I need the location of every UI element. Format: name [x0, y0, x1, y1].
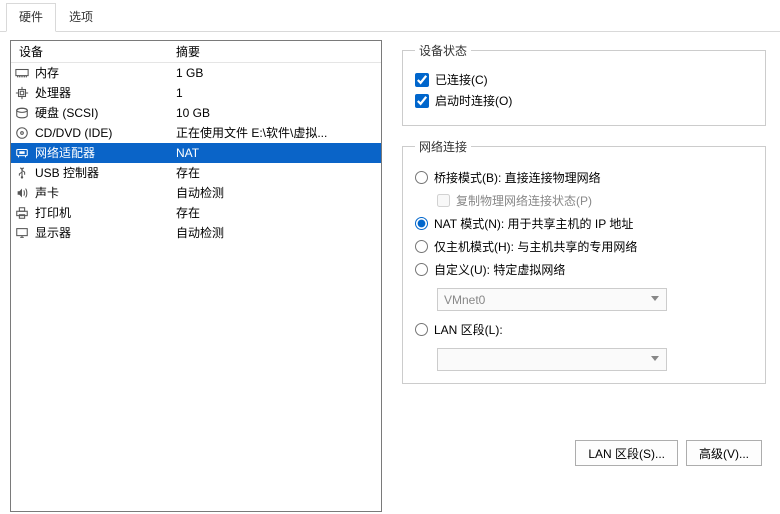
device-row[interactable]: 处理器1 — [11, 83, 381, 103]
device-row[interactable]: USB 控制器存在 — [11, 163, 381, 183]
device-name: 打印机 — [33, 203, 176, 223]
radio-bridged-row: 桥接模式(B): 直接连接物理网络 — [415, 169, 753, 186]
checkbox-connected[interactable] — [415, 73, 429, 87]
tab-options[interactable]: 选项 — [56, 3, 106, 32]
checkbox-connect-at-poweron[interactable] — [415, 94, 429, 108]
device-status-group: 设备状态 已连接(C) 启动时连接(O) — [402, 42, 766, 126]
cd-icon — [11, 123, 33, 143]
tabbar: 硬件 选项 — [0, 0, 780, 32]
device-list-header: 设备 摘要 — [11, 41, 381, 63]
radio-custom[interactable] — [415, 263, 428, 276]
device-summary: 1 GB — [176, 63, 381, 83]
device-row[interactable]: 硬盘 (SCSI)10 GB — [11, 103, 381, 123]
device-name: 网络适配器 — [33, 143, 176, 163]
checkbox-connect-at-poweron-label[interactable]: 启动时连接(O) — [435, 92, 512, 109]
radio-hostonly[interactable] — [415, 240, 428, 253]
checkbox-connect-at-poweron-row: 启动时连接(O) — [415, 92, 753, 109]
radio-lan-label[interactable]: LAN 区段(L): — [434, 321, 503, 338]
network-connection-legend: 网络连接 — [415, 138, 471, 155]
radio-nat[interactable] — [415, 217, 428, 230]
device-name: 处理器 — [33, 83, 176, 103]
display-icon — [11, 223, 33, 243]
custom-vmnet-combo — [437, 288, 667, 311]
device-summary: 存在 — [176, 203, 381, 223]
disk-icon — [11, 103, 33, 123]
cpu-icon — [11, 83, 33, 103]
net-icon — [11, 143, 33, 163]
device-summary: 存在 — [176, 163, 381, 183]
lan-segments-button[interactable]: LAN 区段(S)... — [575, 440, 678, 466]
checkbox-connected-label[interactable]: 已连接(C) — [435, 71, 488, 88]
radio-hostonly-label[interactable]: 仅主机模式(H): 与主机共享的专用网络 — [434, 238, 637, 255]
device-name: USB 控制器 — [33, 163, 176, 183]
device-name: CD/DVD (IDE) — [33, 123, 176, 143]
checkbox-replicate — [437, 194, 450, 207]
network-connection-group: 网络连接 桥接模式(B): 直接连接物理网络 复制物理网络连接状态(P) NAT… — [402, 138, 766, 384]
detail-panel: 设备状态 已连接(C) 启动时连接(O) 网络连接 桥接模式(B): 直接连接物… — [382, 40, 770, 506]
device-summary: 1 — [176, 83, 381, 103]
device-name: 内存 — [33, 63, 176, 83]
device-row[interactable]: 打印机存在 — [11, 203, 381, 223]
column-summary[interactable]: 摘要 — [176, 41, 381, 62]
radio-nat-label[interactable]: NAT 模式(N): 用于共享主机的 IP 地址 — [434, 215, 633, 232]
device-name: 硬盘 (SCSI) — [33, 103, 176, 123]
device-row[interactable]: 声卡自动检测 — [11, 183, 381, 203]
device-summary: 10 GB — [176, 103, 381, 123]
radio-lan[interactable] — [415, 323, 428, 336]
advanced-button[interactable]: 高级(V)... — [686, 440, 762, 466]
radio-hostonly-row: 仅主机模式(H): 与主机共享的专用网络 — [415, 238, 753, 255]
radio-custom-row: 自定义(U): 特定虚拟网络 — [415, 261, 753, 278]
column-device[interactable]: 设备 — [11, 41, 176, 62]
checkbox-connected-row: 已连接(C) — [415, 71, 753, 88]
device-row[interactable]: CD/DVD (IDE)正在使用文件 E:\软件\虚拟... — [11, 123, 381, 143]
device-summary: NAT — [176, 143, 381, 163]
lan-segment-combo — [437, 348, 667, 371]
radio-custom-label[interactable]: 自定义(U): 特定虚拟网络 — [434, 261, 565, 278]
device-row[interactable]: 显示器自动检测 — [11, 223, 381, 243]
radio-lan-row: LAN 区段(L): — [415, 321, 753, 338]
radio-bridged-label[interactable]: 桥接模式(B): 直接连接物理网络 — [434, 169, 601, 186]
device-list: 设备 摘要 内存1 GB处理器1硬盘 (SCSI)10 GBCD/DVD (ID… — [10, 40, 382, 512]
tab-hardware[interactable]: 硬件 — [6, 3, 56, 32]
printer-icon — [11, 203, 33, 223]
device-summary: 自动检测 — [176, 183, 381, 203]
device-row[interactable]: 网络适配器NAT — [11, 143, 381, 163]
device-summary: 正在使用文件 E:\软件\虚拟... — [176, 123, 381, 143]
checkbox-replicate-label: 复制物理网络连接状态(P) — [456, 192, 592, 209]
sound-icon — [11, 183, 33, 203]
radio-nat-row: NAT 模式(N): 用于共享主机的 IP 地址 — [415, 215, 753, 232]
device-status-legend: 设备状态 — [415, 42, 471, 59]
device-row[interactable]: 内存1 GB — [11, 63, 381, 83]
device-name: 声卡 — [33, 183, 176, 203]
radio-bridged[interactable] — [415, 171, 428, 184]
content: 设备 摘要 内存1 GB处理器1硬盘 (SCSI)10 GBCD/DVD (ID… — [0, 32, 780, 514]
button-row: LAN 区段(S)... 高级(V)... — [575, 440, 762, 466]
device-summary: 自动检测 — [176, 223, 381, 243]
usb-icon — [11, 163, 33, 183]
memory-icon — [11, 63, 33, 83]
device-name: 显示器 — [33, 223, 176, 243]
checkbox-replicate-row: 复制物理网络连接状态(P) — [437, 192, 753, 209]
